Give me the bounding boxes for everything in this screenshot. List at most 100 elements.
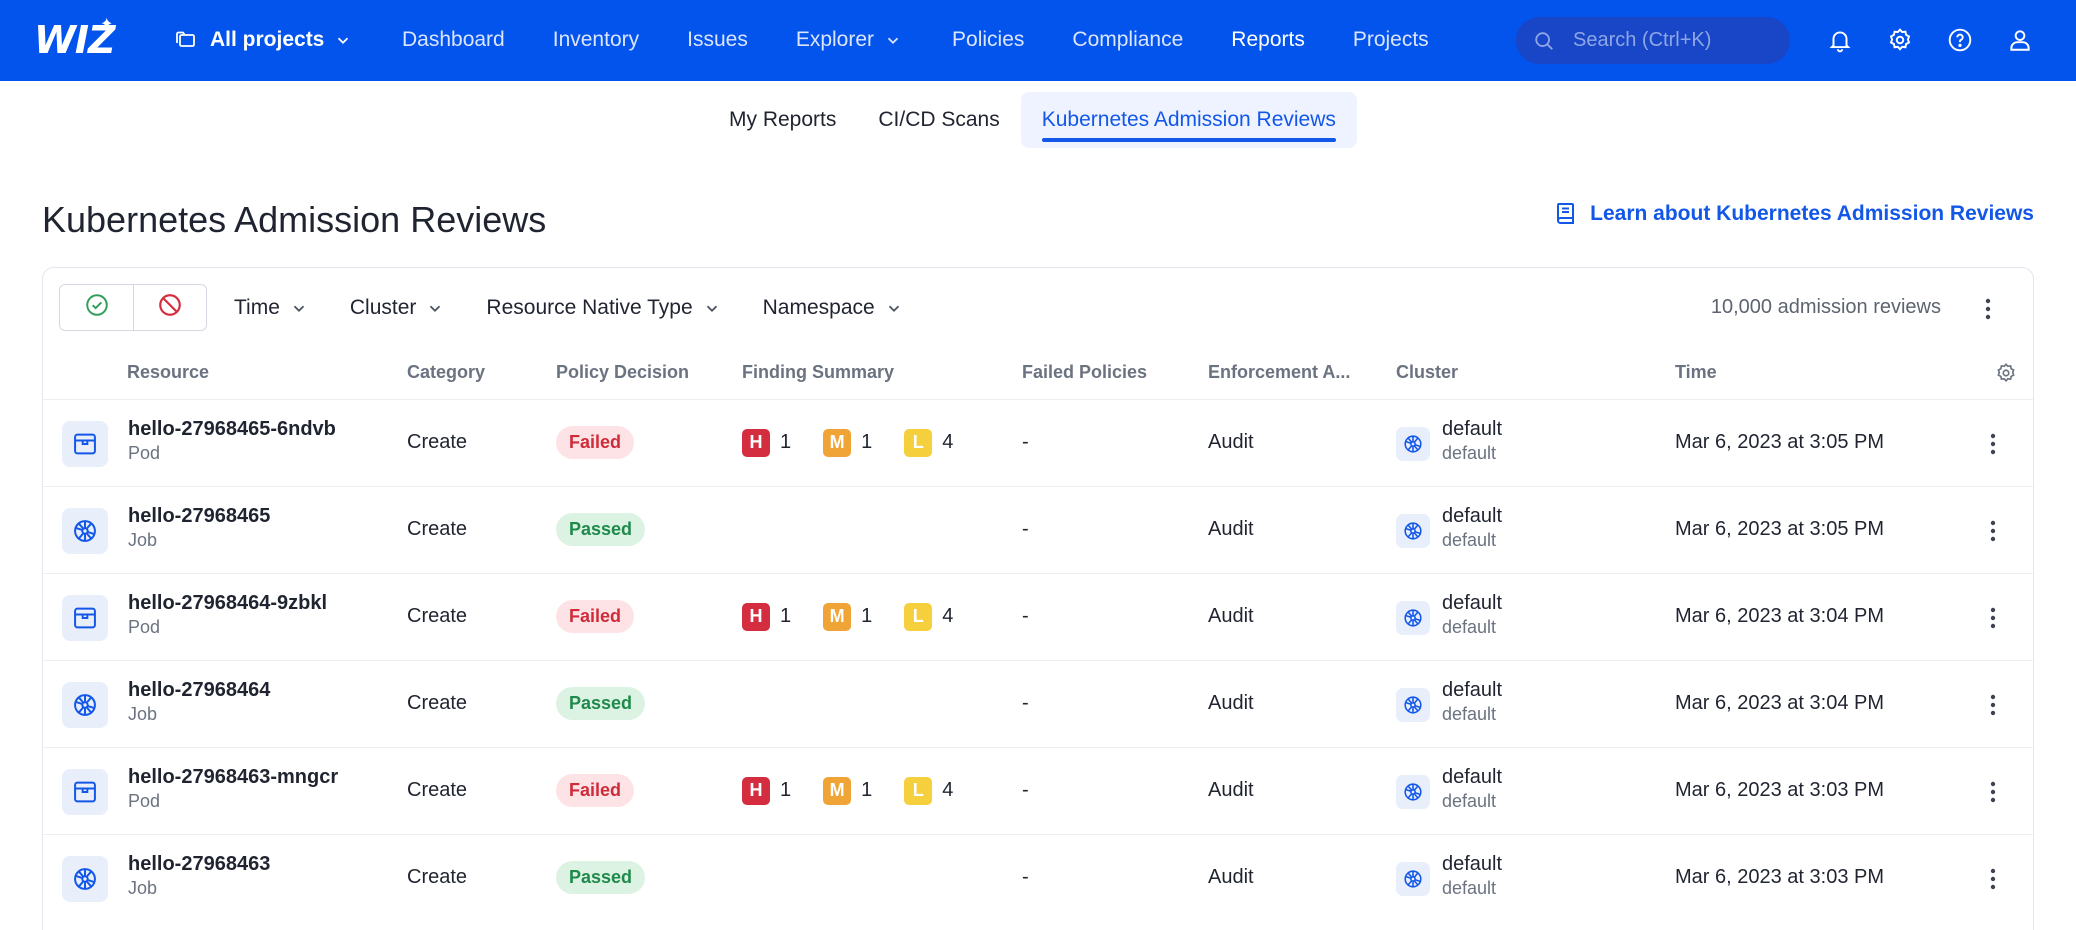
column-settings-gear-icon[interactable] [1993, 360, 2019, 386]
admission-reviews-panel: Time Cluster Resource Native Type Namesp… [42, 267, 2034, 930]
table-header: Resource Category Policy Decision Findin… [43, 362, 2033, 392]
chevron-down-icon [703, 298, 723, 318]
cluster-namespace: default [1442, 530, 1497, 550]
row-more-options-icon[interactable] [1979, 691, 2007, 719]
search-input[interactable] [1573, 29, 1773, 52]
tab-kubernetes-admission-reviews[interactable]: Kubernetes Admission Reviews [1020, 92, 1357, 148]
time-cell: Mar 6, 2023 at 3:05 PM [1675, 518, 1885, 540]
gear-icon[interactable] [1880, 20, 1920, 60]
show-passed-toggle[interactable] [60, 285, 133, 330]
show-failed-toggle[interactable] [133, 285, 206, 330]
policy-decision-badge: Failed [556, 600, 635, 633]
time-cell: Mar 6, 2023 at 3:04 PM [1675, 605, 1885, 627]
cluster-name: default [1442, 505, 1503, 527]
resource-name[interactable]: hello-27968463 [128, 853, 270, 876]
chevron-down-icon [885, 298, 905, 318]
col-enforcement-action[interactable]: Enforcement A... [1208, 362, 1350, 383]
nav-projects[interactable]: Projects [1353, 28, 1429, 52]
tab-cicd-scans[interactable]: CI/CD Scans [857, 92, 1020, 148]
failed-policies-cell: - [1022, 866, 1029, 888]
filter-namespace[interactable]: Namespace [763, 296, 905, 320]
high-count: 1 [780, 779, 792, 801]
row-more-options-icon[interactable] [1979, 430, 2007, 458]
col-resource[interactable]: Resource [127, 362, 209, 383]
col-time[interactable]: Time [1675, 362, 1717, 383]
row-more-options-icon[interactable] [1979, 865, 2007, 893]
col-category[interactable]: Category [407, 362, 485, 383]
nav-issues[interactable]: Issues [687, 28, 748, 52]
nav-inventory[interactable]: Inventory [553, 28, 639, 52]
bell-icon[interactable] [1820, 20, 1860, 60]
col-finding-summary[interactable]: Finding Summary [742, 362, 894, 383]
pod-icon [62, 421, 108, 467]
resource-type: Pod [128, 617, 161, 637]
row-more-options-icon[interactable] [1979, 604, 2007, 632]
resource-name[interactable]: hello-27968463-mngcr [128, 766, 338, 789]
resource-name[interactable]: hello-27968464-9zbkl [128, 592, 327, 615]
policy-decision-badge: Failed [556, 774, 635, 807]
nav-dashboard[interactable]: Dashboard [402, 28, 505, 52]
enforcement-action-cell: Audit [1208, 779, 1254, 801]
time-cell: Mar 6, 2023 at 3:05 PM [1675, 431, 1885, 453]
medium-severity-badge: M [823, 602, 852, 631]
row-more-options-icon[interactable] [1979, 778, 2007, 806]
resource-type: Job [128, 878, 158, 898]
filter-resource-native-type[interactable]: Resource Native Type [486, 296, 722, 320]
nav-policies[interactable]: Policies [952, 28, 1024, 52]
projects-label: All projects [210, 28, 325, 51]
nav-compliance[interactable]: Compliance [1072, 28, 1183, 52]
learn-more-link[interactable]: Learn about Kubernetes Admission Reviews [1554, 200, 2034, 228]
resource-type: Job [128, 704, 158, 724]
kubernetes-icon [1396, 688, 1430, 722]
low-severity-badge: L [904, 428, 933, 457]
chevron-down-icon [334, 30, 354, 50]
nav-reports[interactable]: Reports [1231, 28, 1305, 52]
resource-name[interactable]: hello-27968465 [128, 505, 270, 528]
cluster-name: default [1442, 418, 1503, 440]
col-policy-decision[interactable]: Policy Decision [556, 362, 689, 383]
nav-explorer[interactable]: Explorer [796, 28, 904, 52]
enforcement-action-cell: Audit [1208, 692, 1254, 714]
table-row[interactable]: hello-27968465-6ndvb Pod Create Failed H 1 M 1 L… [43, 399, 2033, 486]
kubernetes-icon [62, 508, 108, 554]
high-count: 1 [780, 431, 792, 453]
resource-name[interactable]: hello-27968464 [128, 679, 270, 702]
table-row[interactable]: hello-27968464-9zbkl Pod Create Failed H 1 M 1 L… [43, 573, 2033, 660]
cluster-name: default [1442, 853, 1503, 875]
failed-policies-cell: - [1022, 518, 1029, 540]
table-row[interactable]: hello-27968465 Job Create Passed - Audit defau… [43, 486, 2033, 573]
table-row[interactable]: hello-27968463-mngcr Pod Create Failed H 1 M 1 L… [43, 747, 2033, 834]
low-count: 4 [942, 779, 954, 801]
kubernetes-icon [1396, 862, 1430, 896]
table-row[interactable]: hello-27968463 Job Create Passed - Audit defau… [43, 834, 2033, 921]
failed-policies-cell: - [1022, 605, 1029, 627]
cluster-name: default [1442, 766, 1503, 788]
high-severity-badge: H [742, 602, 770, 631]
filter-time[interactable]: Time [234, 296, 310, 320]
main-nav: Dashboard Inventory Issues Explorer Poli… [402, 20, 1477, 60]
wiz-logo[interactable]: WIZ ✦ [34, 16, 116, 62]
time-cell: Mar 6, 2023 at 3:04 PM [1675, 692, 1885, 714]
category-cell: Create [407, 779, 468, 801]
help-icon[interactable] [1940, 20, 1980, 60]
policy-decision-badge: Passed [556, 687, 646, 720]
tab-my-reports[interactable]: My Reports [708, 92, 857, 148]
filter-cluster[interactable]: Cluster [350, 296, 447, 320]
col-cluster[interactable]: Cluster [1396, 362, 1458, 383]
col-failed-policies[interactable]: Failed Policies [1022, 362, 1147, 383]
resource-name[interactable]: hello-27968465-6ndvb [128, 418, 336, 441]
kubernetes-icon [1396, 427, 1430, 461]
learn-more-label: Learn about Kubernetes Admission Reviews [1590, 202, 2034, 225]
user-icon[interactable] [2000, 20, 2040, 60]
all-projects-dropdown[interactable]: All projects [174, 20, 354, 60]
row-more-options-icon[interactable] [1979, 517, 2007, 545]
cluster-namespace: default [1442, 791, 1497, 811]
more-options-icon[interactable] [1973, 294, 2003, 324]
cluster-name: default [1442, 592, 1503, 614]
medium-count: 1 [861, 431, 873, 453]
table-row[interactable]: hello-27968464 Job Create Passed - Audit defau… [43, 660, 2033, 747]
global-search[interactable] [1516, 17, 1790, 64]
failed-policies-cell: - [1022, 431, 1029, 453]
nav-icons [1820, 20, 2060, 60]
kubernetes-icon [1396, 601, 1430, 635]
